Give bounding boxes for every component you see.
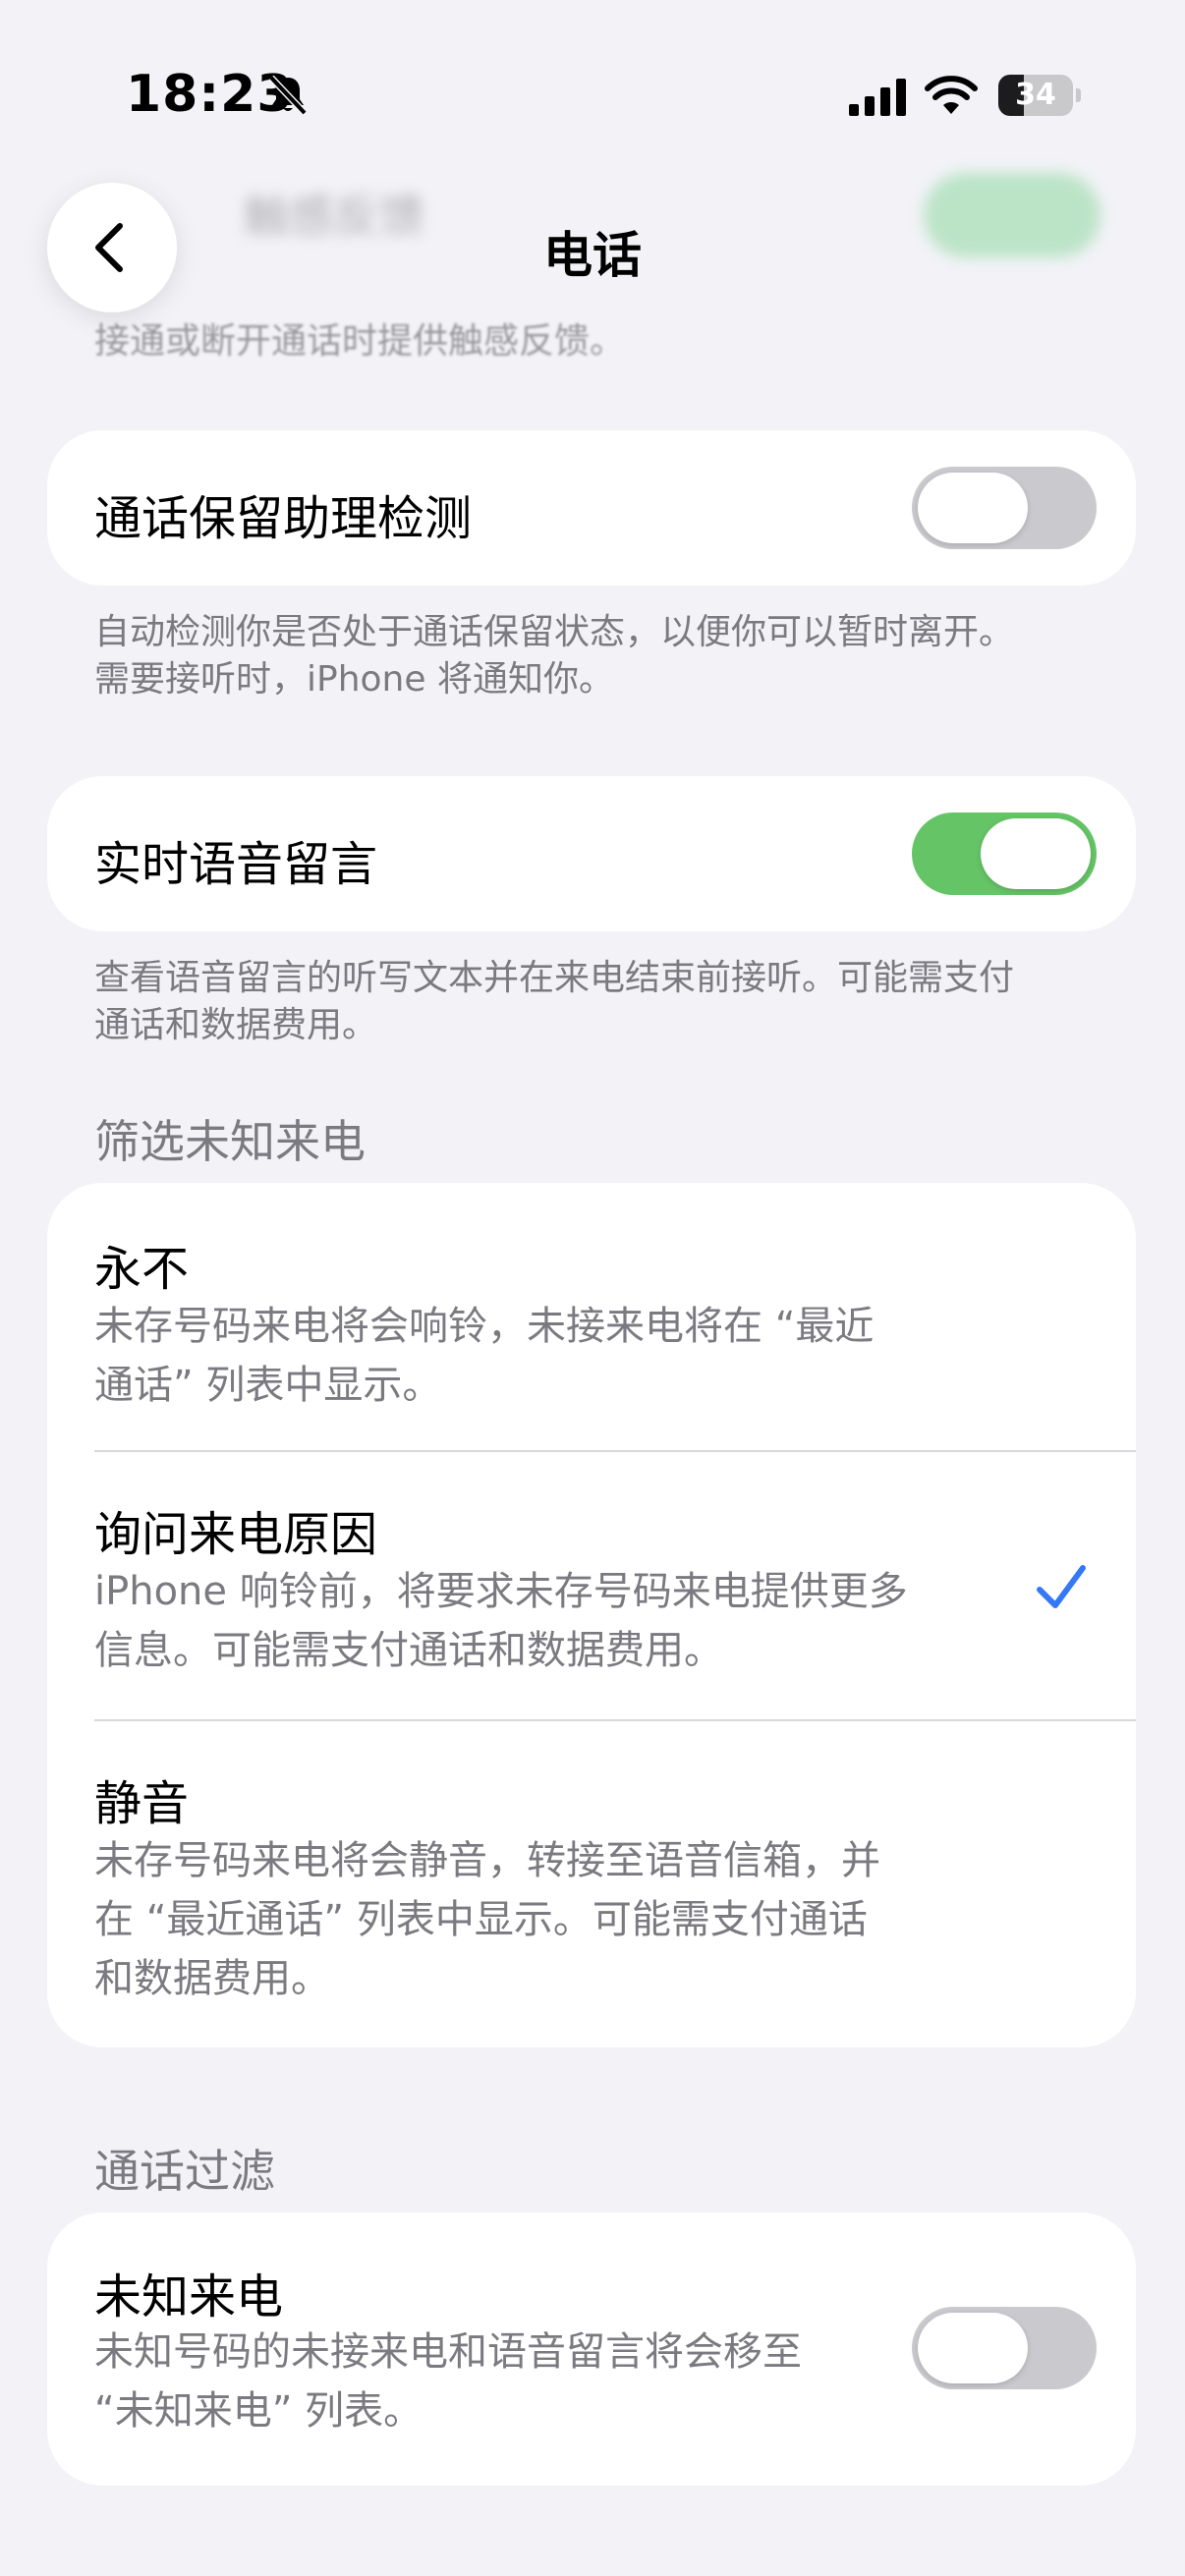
bell-slash-icon [268, 75, 308, 116]
cellular-signal-icon [849, 79, 906, 116]
screen-option-silence[interactable]: 静音 未存号码来电将会静音，转接至语音信箱，并 在 “最近通话” 列表中显示。可… [47, 1721, 1136, 2047]
hold-assist-footnote: 自动检测你是否处于通话保留状态，以便你可以暂时离开。 需要接听时，iPhone … [94, 612, 1015, 700]
screen-option-ask-reason[interactable]: 询问来电原因 iPhone 响铃前，将要求未存号码来电提供更多 信息。可能需支付… [47, 1452, 1136, 1719]
live-voicemail-card: 实时语音留言 [47, 776, 1136, 931]
battery-icon: 34 [998, 75, 1081, 116]
screen-unknown-card: 永不 未存号码来电将会响铃，未接来电将在 “最近 通话” 列表中显示。 询问来电… [47, 1183, 1136, 2047]
hold-assist-label: 通话保留助理检测 [94, 491, 473, 546]
screen-option-never[interactable]: 永不 未存号码来电将会响铃，未接来电将在 “最近 通话” 列表中显示。 [47, 1183, 1136, 1450]
unknown-callers-label: 未知来电 [94, 2269, 284, 2324]
scrolled-caption-ghost: 接通或断开通话时提供触感反馈。 [94, 321, 626, 362]
unknown-callers-toggle[interactable] [912, 2307, 1097, 2389]
wifi-icon [925, 76, 978, 114]
screen-unknown-header: 筛选未知来电 [94, 1115, 366, 1168]
call-filtering-card: 未知来电 未知号码的未接来电和语音留言将会移至 “未知来电” 列表。 [47, 2212, 1136, 2486]
page-title: 电话 [543, 227, 642, 284]
status-bar: 18:23 34 [0, 0, 1185, 187]
hold-assist-card: 通话保留助理检测 [47, 430, 1136, 586]
live-voicemail-toggle[interactable] [912, 812, 1097, 895]
call-filtering-header: 通话过滤 [94, 2145, 275, 2198]
unknown-callers-desc: 未知号码的未接来电和语音留言将会移至 “未知来电” 列表。 [94, 2329, 802, 2434]
hold-assist-toggle[interactable] [912, 467, 1097, 549]
checkmark-icon [1037, 1565, 1086, 1608]
live-voicemail-label: 实时语音留言 [94, 837, 378, 892]
live-voicemail-footnote: 查看语音留言的听写文本并在来电结束前接听。可能需支付 通话和数据费用。 [94, 958, 1015, 1045]
battery-level: 34 [1015, 78, 1056, 112]
